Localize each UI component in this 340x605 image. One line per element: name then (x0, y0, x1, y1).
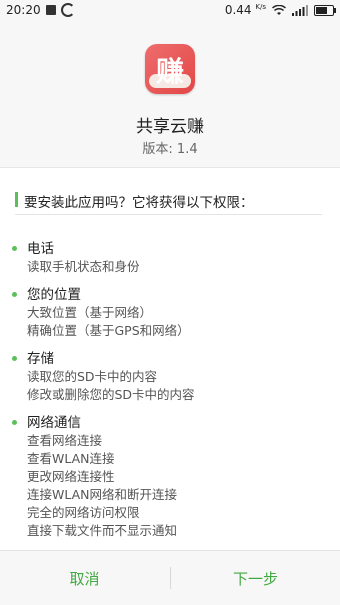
divider (15, 214, 322, 215)
wifi-icon (272, 4, 286, 15)
speed-unit: K/s (255, 3, 266, 11)
permissions-panel[interactable]: 要安装此应用吗？它将获得以下权限： 电话读取手机状态和身份 您的位置大致位置（基于… (0, 167, 340, 551)
sync-icon (60, 3, 75, 17)
permission-item: 查看WLAN连接 (27, 451, 115, 466)
app-icon: 赚 (145, 44, 195, 94)
permission-item: 更改网络连接性 (27, 469, 115, 484)
accent-bar (15, 192, 18, 207)
permission-item: 查看网络连接 (27, 433, 103, 448)
bottom-action-bar: 取消 下一步 (0, 550, 340, 605)
question-row: 要安装此应用吗？它将获得以下权限： (15, 190, 322, 212)
bullet-dot (12, 292, 17, 297)
notification-icon (45, 5, 56, 15)
network-speed: 0.44 K/s (224, 3, 266, 17)
status-bar: 20:20 0.44 K/s (0, 0, 340, 22)
permission-list: 电话读取手机状态和身份 您的位置大致位置（基于网络） 精确位置（基于GPS和网络） 存… (12, 240, 322, 551)
permission-group: 网络通信查看网络连接 查看WLAN连接 更改网络连接性连接WLAN网络和断开连接 完全… (12, 414, 322, 540)
next-button[interactable]: 下一步 (171, 551, 340, 605)
permission-item: 大致位置（基于网络） (27, 305, 153, 320)
cancel-button[interactable]: 取消 (0, 551, 169, 605)
permission-item: 精确位置（基于GPS和网络） (27, 323, 190, 338)
permission-group: 存储读取您的SD卡中的内容修改或删除您的SD卡中的内容 (12, 350, 322, 404)
permission-group: 电话读取手机状态和身份 (12, 240, 322, 276)
permission-item: 修改或删除您的SD卡中的内容 (27, 387, 195, 402)
permission-item: 完全的网络访问权限 (27, 505, 140, 520)
battery-icon (314, 4, 336, 16)
bullet-dot (12, 356, 17, 361)
permission-item: 连接WLAN网络和断开连接 (27, 487, 178, 502)
permission-item: 直接下载文件而不显示通知 (27, 523, 178, 538)
permission-group: 您的位置大致位置（基于网络） 精确位置（基于GPS和网络） (12, 286, 322, 340)
install-question: 要安装此应用吗？它将获得以下权限： (24, 195, 254, 211)
app-header: 赚 共享云赚 版本: 1.4 (0, 22, 340, 166)
signal-icon (292, 4, 308, 16)
app-icon-glyph: 赚 (155, 55, 184, 88)
bullet-dot (12, 420, 17, 425)
status-time: 20:20 (6, 3, 41, 17)
permission-group-title: 存储 (27, 351, 54, 367)
permission-group-title: 电话 (27, 241, 54, 257)
permission-group-title: 您的位置 (27, 287, 81, 303)
app-name: 共享云赚 (136, 117, 204, 137)
bullet-dot (12, 246, 17, 251)
app-version: 版本: 1.4 (142, 142, 198, 157)
permission-item: 读取您的SD卡中的内容 (27, 369, 158, 384)
permission-item: 读取手机状态和身份 (27, 259, 140, 274)
permission-group-title: 网络通信 (27, 415, 81, 431)
